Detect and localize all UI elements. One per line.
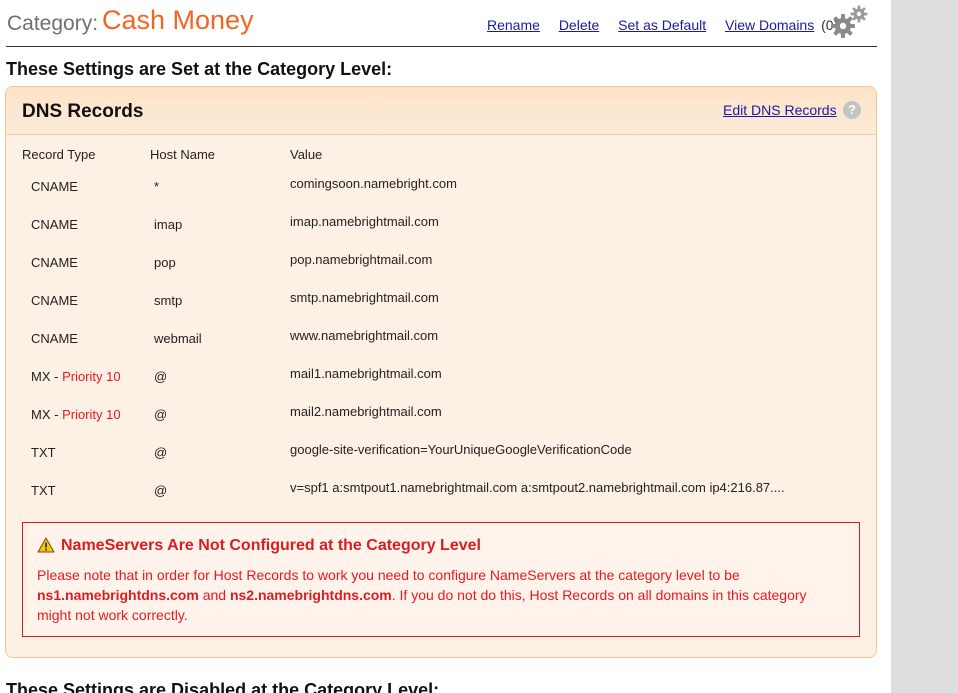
record-host: imap [154,217,183,232]
dns-panel-title: DNS Records [22,101,144,122]
record-value: mail2.namebrightmail.com [290,404,442,419]
nameserver-1: ns1.namebrightdns.com [37,587,199,603]
record-type: TXT [31,483,56,498]
column-header-value: Value [290,147,323,162]
category-name: Cash Money [102,5,254,35]
nameserver-warning: NameServers Are Not Configured at the Ca… [22,522,860,637]
dns-record-row: CNAME webmail www.namebrightmail.com [6,322,876,360]
view-domains-link[interactable]: View Domains [725,17,814,33]
record-host: webmail [154,331,202,346]
warning-message: Please note that in order for Host Recor… [37,567,807,623]
category-header: Category: Cash Money Rename Delete Set a… [6,0,877,47]
rename-link[interactable]: Rename [487,17,540,33]
record-value: pop.namebrightmail.com [290,252,433,267]
dns-record-row: MX - Priority 10 @ mail2.namebrightmail.… [6,398,876,436]
record-host: @ [154,407,168,422]
record-type: CNAME [31,331,78,346]
record-value: imap.namebrightmail.com [290,214,439,229]
dns-record-row: CNAME pop pop.namebrightmail.com [6,246,876,284]
edit-dns-records-link[interactable]: Edit DNS Records [723,102,837,118]
record-host: * [154,179,160,194]
dns-record-row: MX - Priority 10 @ mail1.namebrightmail.… [6,360,876,398]
record-host: @ [154,369,168,384]
dns-record-row: CNAME * comingsoon.namebright.com [6,170,876,208]
record-type: TXT [31,445,56,460]
record-host: @ [154,483,168,498]
nameserver-2: ns2.namebrightdns.com [229,587,392,603]
dns-record-row: TXT @ google-site-verification=YourUniqu… [6,436,876,474]
warning-title: NameServers Are Not Configured at the Ca… [61,537,481,554]
category-page: Category: Cash Money Rename Delete Set a… [0,0,891,693]
warning-icon [37,537,55,553]
category-label: Category: [7,12,99,35]
record-host: pop [154,255,176,270]
dns-record-row: CNAME smtp smtp.namebrightmail.com [6,284,876,322]
record-type: CNAME [31,293,78,308]
page-scroll-gutter [891,0,958,693]
record-type: MX - Priority 10 [31,369,121,384]
record-value: google-site-verification=YourUniqueGoogl… [290,442,632,457]
record-type: CNAME [31,217,78,232]
record-type: CNAME [31,179,78,194]
record-type: CNAME [31,255,78,270]
gear-icon[interactable] [829,4,871,40]
record-value: v=spf1 a:smtpout1.namebrightmail.com a:s… [290,480,785,495]
record-priority: Priority 10 [62,407,121,422]
record-host: @ [154,445,168,460]
record-value: smtp.namebrightmail.com [290,290,439,305]
dns-record-row: CNAME imap imap.namebrightmail.com [6,208,876,246]
record-priority: Priority 10 [62,369,121,384]
column-header-record-type: Record Type [22,147,96,162]
record-type: MX - Priority 10 [31,407,121,422]
category-actions: Rename Delete Set as Default View Domain… [487,17,838,33]
dns-record-row: TXT @ v=spf1 a:smtpout1.namebrightmail.c… [6,474,876,512]
column-header-host-name: Host Name [150,147,216,162]
delete-link[interactable]: Delete [559,17,599,33]
dns-records-panel: DNS Records Edit DNS Records ? Record Ty… [5,86,877,658]
set-default-link[interactable]: Set as Default [618,17,706,33]
record-host: smtp [154,293,183,308]
record-value: mail1.namebrightmail.com [290,366,442,381]
disabled-settings-heading: These Settings are Disabled at the Categ… [6,680,440,693]
record-value: www.namebrightmail.com [290,328,439,343]
dns-panel-header: DNS Records Edit DNS Records ? [6,87,876,135]
record-value: comingsoon.namebright.com [290,176,457,191]
enabled-settings-heading: These Settings are Set at the Category L… [6,59,393,79]
help-icon[interactable]: ? [843,101,861,119]
